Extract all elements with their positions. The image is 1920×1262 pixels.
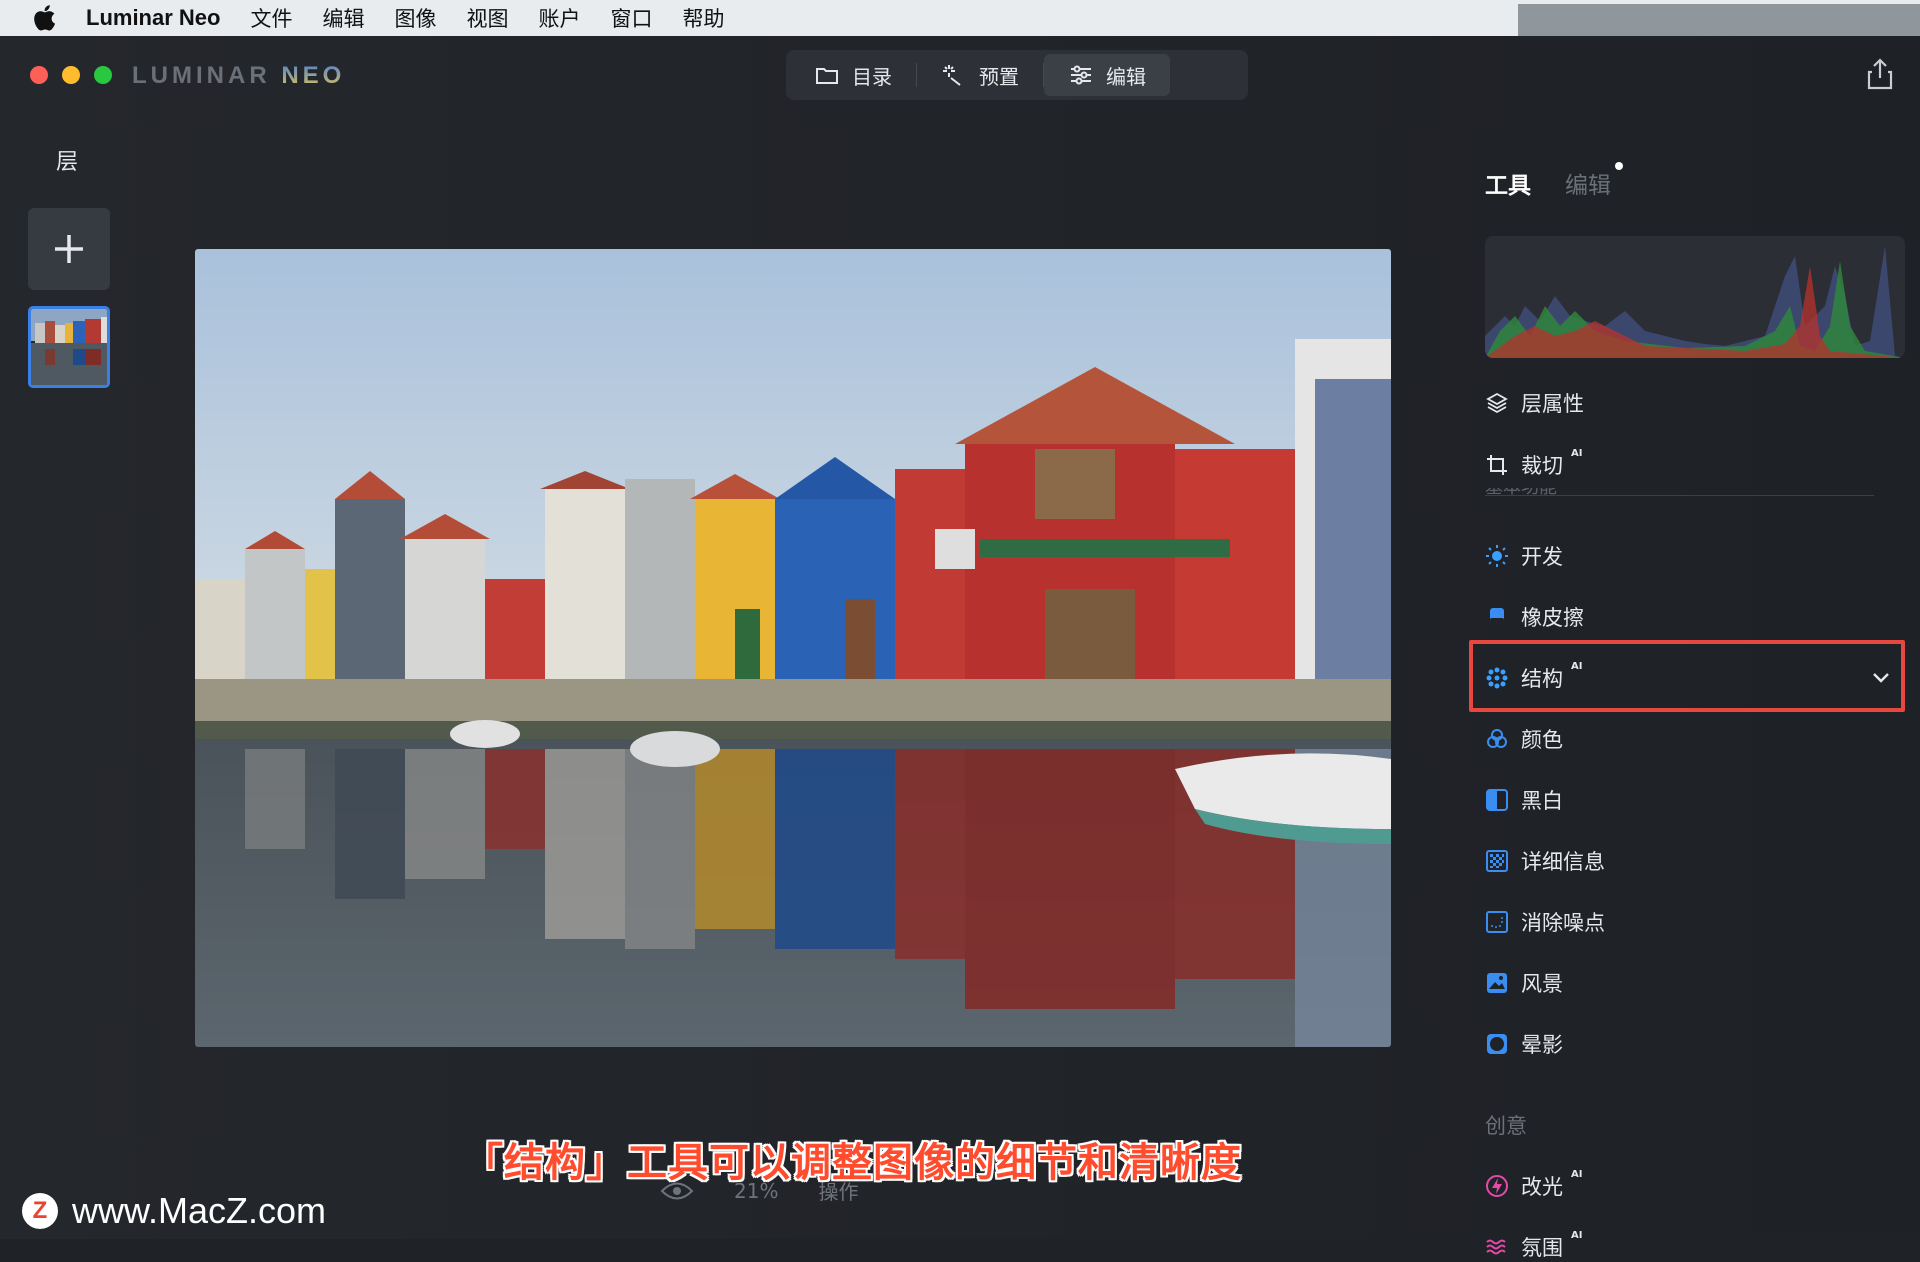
- menu-help[interactable]: 帮助: [682, 3, 724, 33]
- folder-icon: [816, 68, 838, 84]
- logo-main: LUMINAR: [132, 62, 271, 89]
- close-window-button[interactable]: [30, 66, 48, 84]
- tab-presets[interactable]: 预置: [917, 54, 1043, 96]
- chevron-down-icon[interactable]: [1871, 667, 1891, 687]
- layers-title: 层: [56, 150, 79, 175]
- tool-label: 风景: [1521, 972, 1563, 996]
- window-controls: [30, 66, 112, 84]
- eraser-icon: [1490, 608, 1504, 626]
- app-window: LUMINAR NEO 目录 预置 编辑 层 21% 操作 工具 编辑 层属性 …: [0, 36, 1920, 1260]
- tab-presets-label: 预置: [979, 64, 1019, 89]
- ai-badge: AI: [1571, 1169, 1583, 1180]
- tool-color[interactable]: 颜色: [1485, 724, 1563, 754]
- tool-relight[interactable]: 改光 AI: [1485, 1169, 1583, 1201]
- ai-badge: AI: [1571, 448, 1583, 459]
- tool-label: 晕影: [1521, 1033, 1563, 1057]
- denoise-icon: [1486, 911, 1508, 933]
- creative-section-title: 创意: [1485, 1114, 1527, 1138]
- tool-label: 开发: [1521, 545, 1563, 569]
- macz-watermark: Z www.MacZ.com: [22, 1190, 326, 1232]
- vignette-icon: [1487, 1034, 1507, 1054]
- tool-label: 黑白: [1521, 789, 1563, 813]
- tool-eraser[interactable]: 橡皮擦: [1485, 602, 1584, 632]
- landscape-icon: [1487, 973, 1507, 993]
- tab-tools[interactable]: 工具: [1485, 166, 1531, 200]
- add-layer-button[interactable]: [28, 208, 110, 290]
- tool-atmosphere[interactable]: 氛围 AI: [1485, 1230, 1583, 1262]
- tool-label: 橡皮擦: [1521, 606, 1584, 630]
- tool-label: 颜色: [1521, 728, 1563, 752]
- tool-develop[interactable]: 开发: [1485, 541, 1563, 571]
- menu-file[interactable]: 文件: [250, 3, 292, 33]
- menubar-status-area: [1518, 4, 1920, 36]
- tool-label: 氛围: [1521, 1236, 1563, 1260]
- ai-badge: AI: [1571, 1230, 1583, 1241]
- zoom-window-button[interactable]: [94, 66, 112, 84]
- tutorial-caption: 「结构」工具可以调整图像的细节和清晰度: [463, 1140, 1242, 1186]
- tab-catalog[interactable]: 目录: [790, 54, 916, 96]
- color-icon: [1487, 729, 1507, 748]
- tab-edits-label: 编辑: [1565, 173, 1611, 199]
- crop-icon: [1487, 455, 1507, 475]
- menu-edit[interactable]: 编辑: [322, 3, 364, 33]
- tool-label: 改光: [1521, 1175, 1563, 1199]
- sliders-icon: [1071, 65, 1091, 85]
- main-photo-canvas[interactable]: [195, 249, 1391, 1047]
- tool-vignette[interactable]: 晕影: [1485, 1029, 1563, 1059]
- tab-edit[interactable]: 编辑: [1044, 54, 1170, 96]
- menu-image[interactable]: 图像: [394, 3, 436, 33]
- details-icon: [1486, 850, 1508, 872]
- tool-layer-properties[interactable]: 层属性: [1485, 388, 1584, 418]
- relight-icon: [1486, 1175, 1508, 1197]
- menu-view[interactable]: 视图: [466, 3, 508, 33]
- essentials-section-label-faded: 基本功能: [1485, 488, 1557, 500]
- edits-indicator-dot: [1615, 162, 1623, 170]
- logo-accent: NEO: [281, 62, 346, 89]
- tool-label: 详细信息: [1521, 850, 1605, 874]
- system-menu-bar: Luminar Neo 文件 编辑 图像 视图 账户 窗口 帮助: [0, 0, 1920, 36]
- apple-icon[interactable]: [30, 4, 58, 32]
- menu-account[interactable]: 账户: [538, 3, 580, 33]
- tool-denoise[interactable]: 消除噪点: [1485, 907, 1605, 937]
- panel-divider: [1485, 495, 1874, 496]
- tool-landscape[interactable]: 风景: [1485, 968, 1563, 998]
- minimize-window-button[interactable]: [62, 66, 80, 84]
- macz-logo-icon: Z: [22, 1193, 58, 1229]
- watermark-text: www.MacZ.com: [72, 1190, 327, 1231]
- tab-edits[interactable]: 编辑: [1565, 162, 1623, 200]
- tool-black-white[interactable]: 黑白: [1485, 785, 1563, 815]
- tool-label: 裁切: [1521, 454, 1563, 478]
- tool-details[interactable]: 详细信息: [1485, 846, 1605, 876]
- panel-tabs: 工具 编辑: [1485, 162, 1623, 200]
- tab-edit-label: 编辑: [1106, 64, 1146, 89]
- magic-wand-icon: [943, 65, 961, 86]
- mode-tabs: 目录 预置 编辑: [786, 50, 1248, 100]
- develop-icon: [1486, 545, 1508, 567]
- app-name-menu[interactable]: Luminar Neo: [86, 5, 220, 31]
- structure-highlight-box: [1469, 640, 1905, 712]
- histogram: [1485, 236, 1905, 358]
- layer-thumbnail[interactable]: [28, 306, 110, 388]
- luminar-logo: LUMINAR NEO: [132, 62, 345, 90]
- tool-label: 消除噪点: [1521, 911, 1605, 935]
- tool-crop[interactable]: 裁切 AI: [1485, 448, 1583, 480]
- plus-icon: [55, 235, 83, 263]
- share-icon[interactable]: [1866, 58, 1894, 90]
- black-white-icon: [1486, 789, 1508, 811]
- menu-window[interactable]: 窗口: [610, 3, 652, 33]
- tool-label: 层属性: [1521, 392, 1584, 416]
- layers-icon: [1486, 392, 1508, 414]
- tab-catalog-label: 目录: [852, 64, 892, 89]
